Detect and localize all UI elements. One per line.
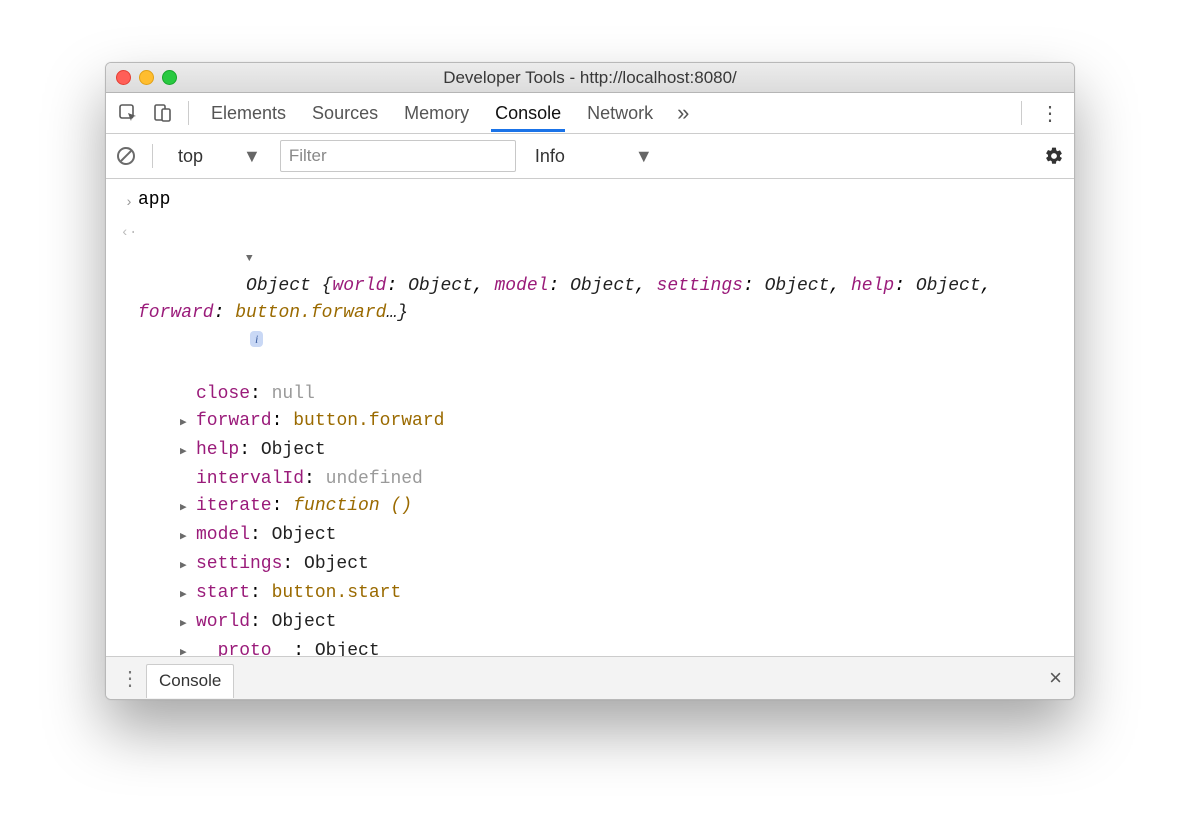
expand-toggle-icon[interactable] (180, 522, 196, 551)
object-preview: Object {world: Object, model: Object, se… (138, 217, 1060, 381)
clear-console-icon[interactable] (116, 146, 136, 166)
device-toolbar-icon[interactable] (148, 99, 176, 127)
console-settings-icon[interactable] (1044, 146, 1064, 166)
separator (188, 101, 189, 125)
close-drawer-icon[interactable]: × (1045, 665, 1066, 691)
property-value: Object (272, 612, 337, 632)
console-toolbar: top ▼ Info ▼ (106, 134, 1074, 179)
property-value: Object (304, 554, 369, 574)
property-key: close (196, 384, 250, 404)
more-tabs-icon[interactable]: » (669, 100, 697, 126)
console-return[interactable]: ‹· Object {world: Object, model: Object,… (106, 217, 1074, 381)
property-value: null (272, 384, 315, 404)
context-value: top (178, 146, 203, 167)
loglevel-value: Info (535, 146, 565, 167)
object-property-row[interactable]: close: null (166, 381, 1074, 408)
console-input-echo: › app (106, 187, 1074, 217)
context-selector[interactable]: top ▼ (169, 141, 270, 172)
object-property-row[interactable]: world: Object (166, 609, 1074, 638)
object-property-row[interactable]: settings: Object (166, 551, 1074, 580)
tab-memory[interactable]: Memory (394, 95, 479, 131)
expand-toggle-icon[interactable] (180, 437, 196, 466)
expand-toggle-icon[interactable] (180, 580, 196, 609)
devtools-menu-icon[interactable]: ⋮ (1034, 101, 1066, 126)
object-property-row[interactable]: iterate: function () (166, 493, 1074, 522)
zoom-window-button[interactable] (162, 70, 177, 85)
expand-toggle-icon[interactable] (246, 244, 262, 273)
close-window-button[interactable] (116, 70, 131, 85)
object-property-row[interactable]: forward: button.forward (166, 408, 1074, 437)
window-title: Developer Tools - http://localhost:8080/ (106, 68, 1074, 88)
tab-network[interactable]: Network (577, 95, 663, 131)
tab-label: Memory (404, 103, 469, 123)
window-titlebar: Developer Tools - http://localhost:8080/ (106, 63, 1074, 93)
prompt-icon: › (120, 187, 138, 217)
property-value: undefined (326, 469, 423, 489)
inspect-element-icon[interactable] (114, 99, 142, 127)
tab-elements[interactable]: Elements (201, 95, 296, 131)
return-icon: ‹· (120, 217, 138, 247)
property-key: forward (196, 411, 272, 431)
property-key: __proto__ (196, 641, 293, 656)
object-property-row[interactable]: intervalId: undefined (166, 466, 1074, 493)
property-key: iterate (196, 496, 272, 516)
separator (152, 144, 153, 168)
chevron-down-icon: ▼ (243, 146, 261, 167)
console-output: › app ‹· Object {world: Object, model: O… (106, 179, 1074, 656)
expand-toggle-icon[interactable] (180, 493, 196, 522)
property-value: Object (315, 641, 380, 656)
object-property-row[interactable]: __proto__: Object (166, 638, 1074, 656)
property-value: function () (293, 496, 412, 516)
property-key: world (196, 612, 250, 632)
log-level-selector[interactable]: Info ▼ (526, 141, 662, 172)
separator (1021, 101, 1022, 125)
property-value: button.start (272, 583, 402, 603)
devtools-tabbar: Elements Sources Memory Console Network … (106, 93, 1074, 134)
expand-toggle-icon[interactable] (180, 638, 196, 656)
expand-toggle-icon[interactable] (180, 551, 196, 580)
drawer: ⋮ Console × (106, 656, 1074, 699)
minimize-window-button[interactable] (139, 70, 154, 85)
expand-toggle-icon[interactable] (180, 609, 196, 638)
property-key: help (196, 440, 239, 460)
drawer-tab-console[interactable]: Console (146, 664, 234, 698)
devtools-window: Developer Tools - http://localhost:8080/… (105, 62, 1075, 700)
tab-console[interactable]: Console (485, 95, 571, 131)
drawer-menu-icon[interactable]: ⋮ (114, 666, 146, 691)
property-key: start (196, 583, 250, 603)
property-value: button.forward (293, 411, 444, 431)
filter-input[interactable] (280, 140, 516, 172)
traffic-lights (116, 70, 177, 85)
expression-text: app (138, 187, 1060, 214)
property-key: intervalId (196, 469, 304, 489)
tab-label: Sources (312, 103, 378, 123)
tab-label: Network (587, 103, 653, 123)
tab-label: Console (495, 103, 561, 123)
expand-toggle-icon[interactable] (180, 408, 196, 437)
object-property-row[interactable]: help: Object (166, 437, 1074, 466)
property-key: settings (196, 554, 282, 574)
property-key: model (196, 525, 250, 545)
chevron-down-icon: ▼ (635, 146, 653, 167)
tab-label: Elements (211, 103, 286, 123)
object-property-row[interactable]: model: Object (166, 522, 1074, 551)
property-value: Object (261, 440, 326, 460)
tab-sources[interactable]: Sources (302, 95, 388, 131)
drawer-tab-label: Console (159, 671, 221, 690)
property-value: Object (272, 525, 337, 545)
object-property-row[interactable]: start: button.start (166, 580, 1074, 609)
info-badge-icon[interactable]: i (250, 331, 263, 347)
